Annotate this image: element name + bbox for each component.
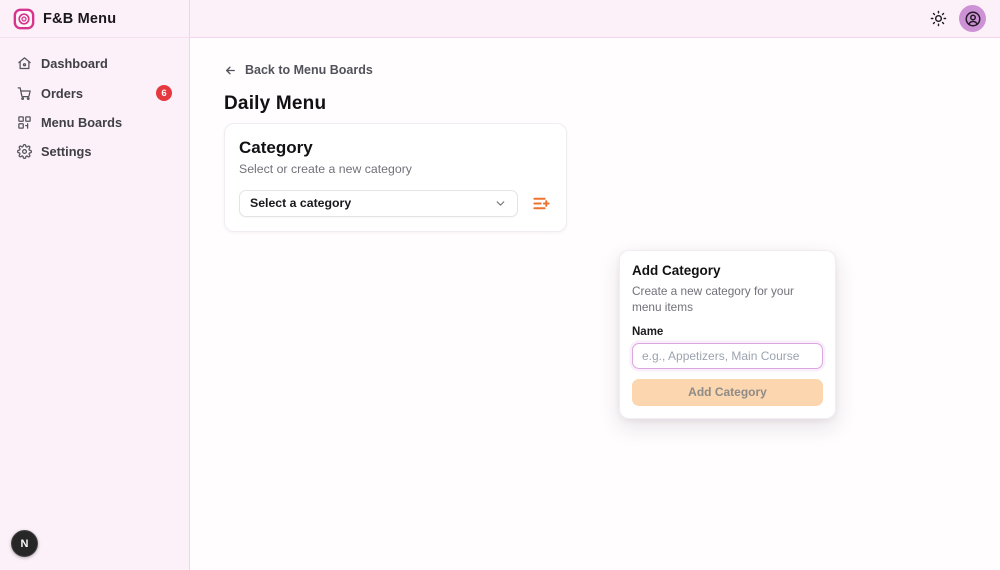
sidebar-item-label: Settings: [41, 144, 92, 159]
grid-icon: [18, 116, 31, 129]
category-card-title: Category: [239, 137, 313, 157]
sidebar-item-menu-boards[interactable]: Menu Boards: [10, 109, 179, 136]
topbar: [190, 0, 1000, 38]
app-root: F&B Menu Dashboard Orders 6 Menu Boards …: [0, 0, 1000, 570]
app-title: F&B Menu: [43, 10, 117, 27]
sidebar-item-label: Orders: [41, 85, 83, 101]
category-select[interactable]: Select a category: [239, 189, 518, 217]
sidebar: F&B Menu Dashboard Orders 6 Menu Boards …: [0, 0, 190, 570]
back-link-label: Back to Menu Boards: [245, 63, 373, 77]
page-title: Daily Menu: [224, 92, 327, 114]
home-icon: [18, 57, 31, 70]
sun-icon: [930, 10, 947, 27]
sidebar-item-orders[interactable]: Orders 6: [10, 79, 179, 107]
back-to-menu-boards-link[interactable]: Back to Menu Boards: [224, 63, 373, 77]
arrow-left-icon: [226, 66, 235, 74]
name-field-label: Name: [632, 325, 664, 338]
main-content: Back to Menu Boards Daily Menu Category …: [190, 38, 1000, 570]
cart-icon: [17, 86, 31, 100]
category-select-row: Select a category: [239, 189, 552, 217]
sidebar-nav: Dashboard Orders 6 Menu Boards Settings: [0, 38, 189, 177]
add-category-toggle-button[interactable]: [531, 193, 552, 214]
sidebar-item-dashboard[interactable]: Dashboard: [10, 50, 179, 77]
app-logo-icon: [13, 8, 35, 30]
chevron-down-icon: [496, 200, 505, 206]
right-column: Back to Menu Boards Daily Menu Category …: [190, 0, 1000, 570]
user-avatar-button[interactable]: [959, 5, 986, 32]
add-category-popover: Add Category Create a new category for y…: [619, 250, 836, 419]
sidebar-item-label: Dashboard: [41, 56, 108, 71]
popover-title: Add Category: [632, 263, 721, 278]
dev-tools-button[interactable]: N: [11, 530, 38, 557]
theme-toggle-button[interactable]: [928, 8, 949, 29]
sidebar-item-settings[interactable]: Settings: [10, 138, 179, 165]
user-circle-icon: [965, 11, 980, 26]
category-card-subtitle: Select or create a new category: [239, 161, 412, 176]
orders-count-badge: 6: [156, 85, 172, 101]
popover-description: Create a new category for your menu item…: [632, 284, 794, 314]
add-category-submit-button[interactable]: Add Category: [632, 378, 823, 406]
category-select-value: Select a category: [250, 196, 352, 210]
sidebar-item-label: Menu Boards: [41, 115, 123, 130]
category-card: Category Select or create a new category…: [224, 122, 567, 232]
category-name-input[interactable]: [632, 342, 823, 369]
list-plus-icon: [533, 197, 550, 209]
logo-row: F&B Menu: [0, 0, 189, 38]
gear-icon: [17, 144, 32, 159]
